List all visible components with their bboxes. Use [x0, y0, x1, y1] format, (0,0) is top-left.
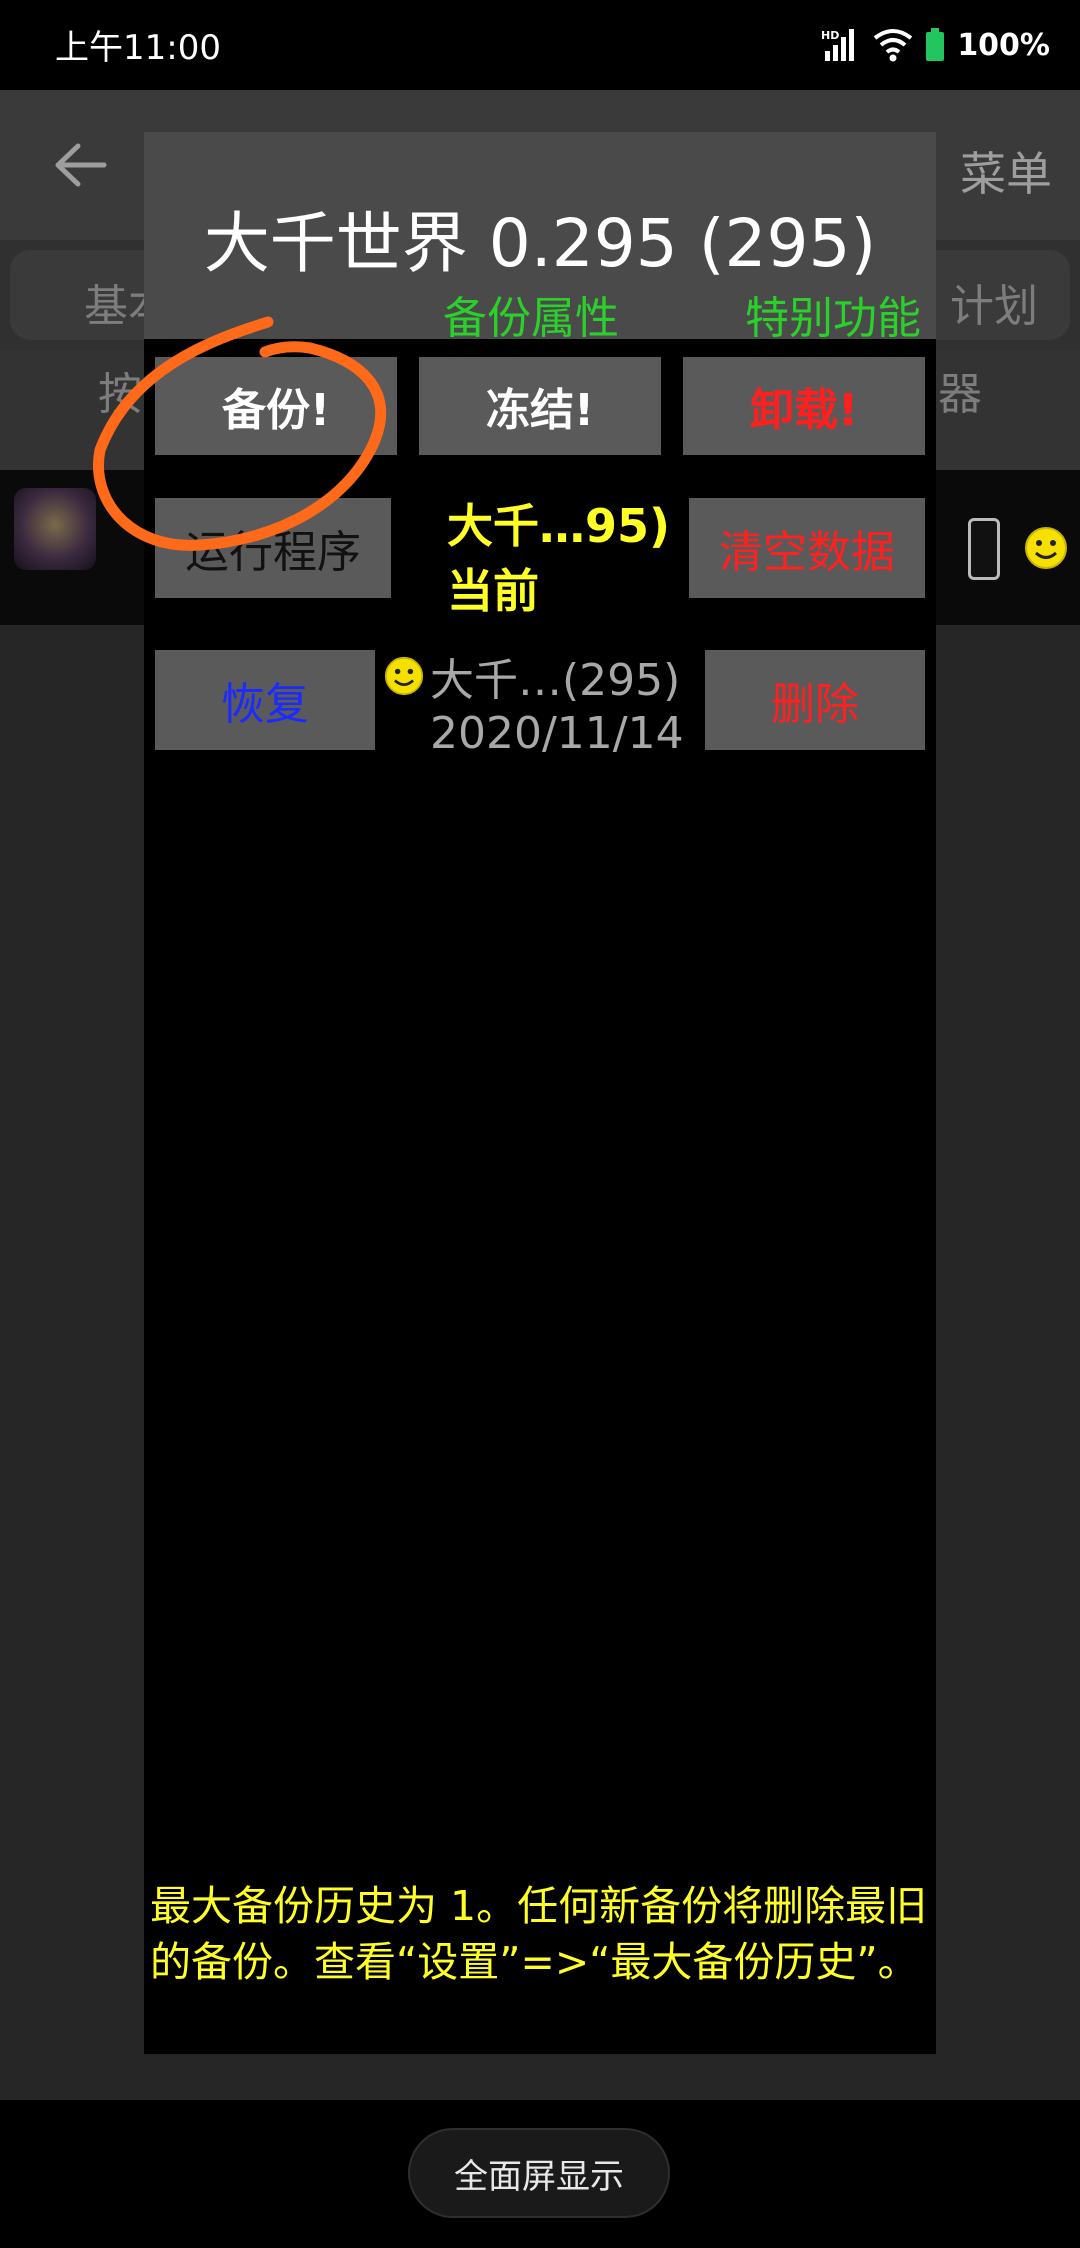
status-icons: HD 100% [821, 22, 1050, 68]
backup-history-date: 2020/11/14 [430, 708, 684, 759]
restore-button[interactable]: 恢复 [155, 650, 375, 750]
dialog-title: 大千世界 0.295 (295) [203, 205, 877, 282]
orange-circle-annotation [93, 316, 387, 551]
battery-percent: 100% [957, 27, 1050, 63]
phone-icon [968, 518, 1000, 580]
uninstall-button[interactable]: 卸载! [683, 357, 925, 455]
smiley-icon [384, 656, 424, 696]
status-time: 上午11:00 [55, 28, 221, 68]
smiley-icon [1025, 527, 1067, 569]
app-icon [14, 488, 96, 570]
freeze-button[interactable]: 冻结! [419, 357, 661, 455]
menu-button[interactable]: 菜单 [960, 138, 1052, 204]
fullscreen-display-button[interactable]: 全面屏显示 [408, 2128, 670, 2218]
back-arrow-icon[interactable] [50, 140, 110, 190]
tab-special-functions[interactable]: 特别功能 [745, 282, 936, 346]
background-filter-right: 器 [938, 369, 982, 420]
current-version-name: 大千…95) [447, 499, 671, 553]
backup-history-name: 大千…(295) [430, 655, 681, 706]
current-version-state: 当前 [447, 564, 539, 618]
tab-backup-attributes[interactable]: 备份属性 [443, 282, 619, 346]
max-backup-history-note: 最大备份历史为 1。任何新备份将删除最旧的备份。查看“设置”=>“最大备份历史”… [150, 1882, 928, 1986]
background-tab-schedule[interactable]: 计划 [950, 270, 1038, 334]
wifi-icon [874, 29, 913, 62]
clear-data-button[interactable]: 清空数据 [689, 498, 925, 598]
battery-icon [926, 28, 945, 61]
delete-backup-button[interactable]: 删除 [705, 650, 925, 750]
svg-text:HD: HD [821, 29, 839, 42]
signal-icon: HD [821, 29, 855, 61]
